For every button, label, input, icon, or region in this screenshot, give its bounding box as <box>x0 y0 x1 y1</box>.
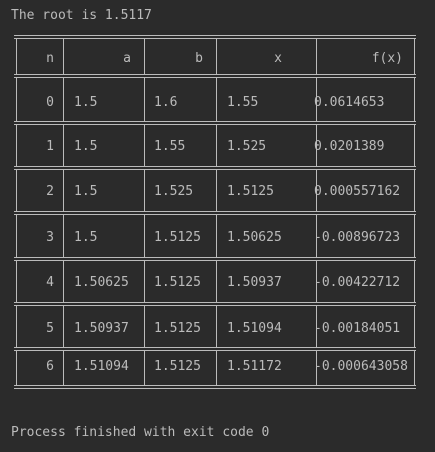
table-cell: 1.5125 <box>227 184 274 199</box>
table-cell: 1.55 <box>227 95 259 110</box>
table-cell: 1.5125 <box>154 230 201 245</box>
header-cell: a <box>123 51 131 66</box>
table-cell: 1.5 <box>74 184 98 199</box>
header-cell: f(x) <box>371 51 403 66</box>
table-cell: 0.000557162 <box>314 184 401 199</box>
table-cell: 1.5125 <box>154 321 201 336</box>
table-cell: 4 <box>46 275 54 290</box>
table-cell: 0.0614653 <box>314 95 385 110</box>
table-cell: 1.525 <box>154 184 194 199</box>
table-cell: 1.525 <box>227 139 267 154</box>
table-cell: -0.00422712 <box>314 275 401 290</box>
header-cell: n <box>46 51 54 66</box>
table-cell: 1.5 <box>74 95 98 110</box>
header-cell: b <box>195 51 203 66</box>
header-cell: x <box>274 51 282 66</box>
table-cell: 1.5 <box>74 230 98 245</box>
table-cell: -0.00184051 <box>314 321 401 336</box>
table-cell: 1.51094 <box>74 359 129 374</box>
table-cell: -0.000643058 <box>314 359 408 374</box>
table-cell: 1 <box>46 139 54 154</box>
table-cell: 1.6 <box>154 95 178 110</box>
table-cell: 2 <box>46 184 54 199</box>
table-cell: 1.5 <box>74 139 98 154</box>
process-exit-line: Process finished with exit code 0 <box>11 425 270 440</box>
table-cell: 6 <box>46 359 54 374</box>
table-cell: 1.50625 <box>74 275 129 290</box>
table-cell: 1.51172 <box>227 359 282 374</box>
table-cell: -0.00896723 <box>314 230 401 245</box>
table-cell: 1.50937 <box>227 275 282 290</box>
table-cell: 1.5125 <box>154 359 201 374</box>
table-cell: 1.5125 <box>154 275 201 290</box>
table-cell: 5 <box>46 321 54 336</box>
table-cell: 1.50937 <box>74 321 129 336</box>
table-cell: 1.51094 <box>227 321 282 336</box>
table-cell: 0.0201389 <box>314 139 385 154</box>
results-table: n a b x f(x) 0 1.5 1.6 1.55 0.0614653 1 1.5 1.55 1.52… <box>14 33 416 391</box>
table-cell: 3 <box>46 230 54 245</box>
table-cell: 1.55 <box>154 139 186 154</box>
root-result-line: The root is 1.5117 <box>11 8 152 23</box>
table-cell: 1.50625 <box>227 230 282 245</box>
table-cell: 0 <box>46 95 54 110</box>
